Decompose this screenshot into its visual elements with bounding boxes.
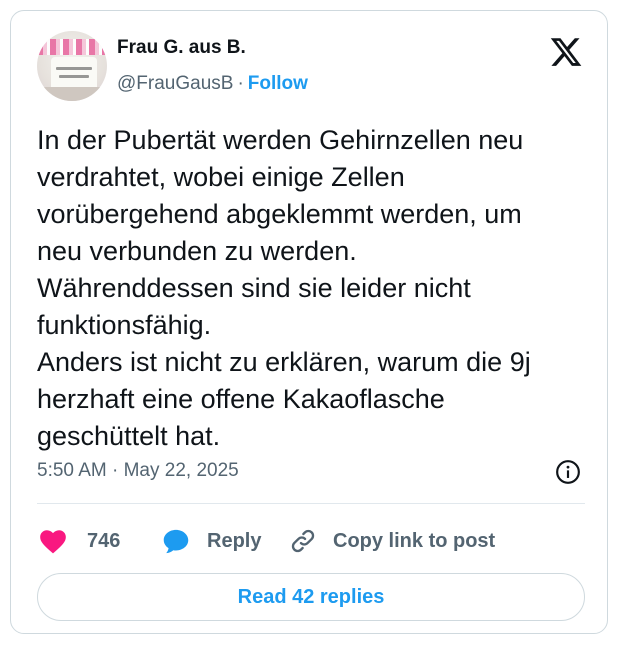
avatar-band	[37, 39, 107, 55]
author-display-name[interactable]: Frau G. aus B.	[117, 37, 246, 59]
timestamp-separator: ·	[112, 460, 119, 481]
handle-row: @FrauGausB · Follow	[117, 73, 308, 95]
reply-label: Reply	[207, 529, 262, 552]
like-count: 746	[87, 529, 121, 552]
timestamp[interactable]: 5:50 AM · May 22, 2025	[37, 460, 239, 482]
tweet-time: 5:50 AM	[37, 460, 107, 481]
x-logo-icon[interactable]	[549, 35, 583, 69]
copy-link-button[interactable]: Copy link to post	[289, 523, 495, 559]
divider	[37, 503, 585, 504]
like-button[interactable]: 746	[39, 523, 120, 559]
tweet-text: In der Pubertät werden Gehirnzellen neu …	[37, 125, 531, 451]
link-icon	[291, 529, 315, 553]
tweet-card: Frau G. aus B. @FrauGausB · Follow In der …	[10, 10, 608, 634]
info-icon[interactable]	[555, 459, 581, 485]
follow-link[interactable]: Follow	[248, 73, 308, 94]
copy-link-label: Copy link to post	[333, 529, 496, 552]
avatar[interactable]	[37, 31, 107, 101]
author-handle[interactable]: @FrauGausB	[117, 73, 233, 94]
heart-icon	[40, 530, 66, 554]
separator-dot: ·	[237, 73, 244, 94]
reply-button[interactable]: Reply	[161, 523, 261, 559]
speech-bubble-icon	[163, 529, 189, 554]
tweet-date: May 22, 2025	[123, 460, 239, 481]
read-replies-label: Read 42 replies	[237, 585, 385, 608]
read-replies-button[interactable]: Read 42 replies	[37, 573, 585, 621]
action-bar: 746 Reply Copy link to post	[37, 523, 585, 559]
